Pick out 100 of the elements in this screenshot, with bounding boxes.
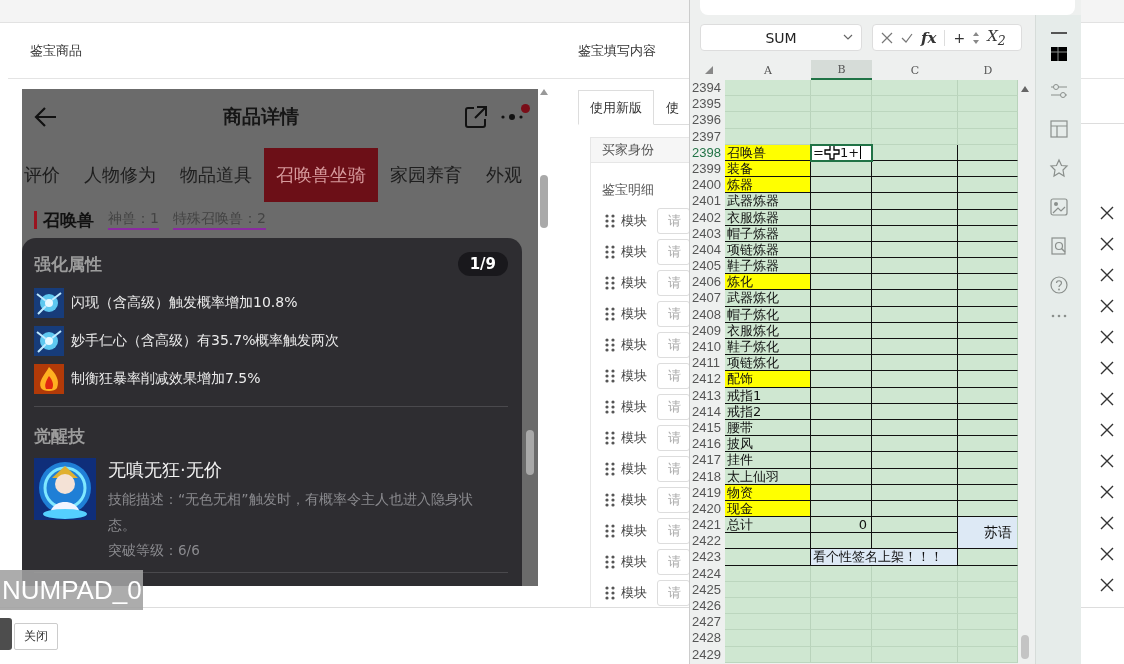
drag-handle-icon bbox=[605, 337, 615, 352]
version-tab[interactable]: 使 bbox=[654, 90, 690, 124]
table-cell: 挂件 bbox=[725, 452, 811, 469]
delete-icon bbox=[1100, 298, 1114, 313]
drag-handle-icon bbox=[605, 523, 615, 538]
panel-title: 鉴宝商品 bbox=[30, 41, 82, 60]
spinner-icon bbox=[973, 30, 980, 45]
module-label: 模块 bbox=[621, 459, 647, 478]
text-input[interactable]: 请 bbox=[657, 362, 690, 389]
category-tab[interactable]: 召唤兽坐骑 bbox=[264, 148, 378, 202]
text-input[interactable]: 请 bbox=[657, 331, 690, 358]
drag-handle-icon bbox=[605, 554, 615, 569]
move-cursor-icon bbox=[823, 144, 840, 160]
drag-handle-icon bbox=[605, 275, 615, 290]
delete-icon bbox=[1100, 422, 1114, 437]
skill-description: 技能描述：“无色无相”触发时，有概率令主人也进入隐身状态。 bbox=[108, 490, 474, 535]
text-input[interactable]: 请 bbox=[657, 269, 690, 296]
module-label: 模块 bbox=[621, 366, 647, 385]
drag-handle-icon bbox=[605, 585, 615, 600]
insert-function-button[interactable]: fx bbox=[921, 28, 937, 47]
popup-heading: 觉醒技 bbox=[34, 425, 86, 448]
table-cell: 炼器 bbox=[725, 177, 811, 194]
breakthrough-level: 突破等级：6/6 bbox=[108, 542, 201, 560]
text-input[interactable]: 请 bbox=[657, 579, 690, 606]
scrollbar[interactable] bbox=[1021, 634, 1029, 659]
section-title: 召唤兽 bbox=[34, 211, 94, 229]
text-input[interactable]: 请 bbox=[657, 486, 690, 513]
image-icon bbox=[1048, 197, 1069, 217]
attribute-text: 闪现（含高级）触发概率增加10.8% bbox=[71, 294, 298, 312]
scroll-up-icon bbox=[540, 89, 548, 95]
delete-icon bbox=[1100, 453, 1114, 468]
cell-editor[interactable]: = 1+ bbox=[811, 144, 872, 161]
key-overlay: NUMPAD_0 bbox=[0, 570, 143, 610]
text-input[interactable]: 请 bbox=[657, 393, 690, 420]
chevron-icon bbox=[843, 34, 853, 40]
module-label: 模块 bbox=[621, 490, 647, 509]
close-button[interactable]: 关闭 bbox=[14, 622, 58, 650]
share-icon bbox=[464, 104, 488, 129]
table-cell: 项链炼化 bbox=[725, 355, 811, 372]
table-cell: 鞋子炼器 bbox=[725, 258, 811, 275]
flame-icon bbox=[34, 364, 64, 394]
star-icon bbox=[1048, 158, 1069, 178]
popup-heading: 强化属性 bbox=[34, 252, 102, 276]
table-cell: 武器炼器 bbox=[725, 193, 811, 210]
module-label: 模块 bbox=[621, 211, 647, 230]
attribute-text: 制衡狂暴率削减效果增加7.5% bbox=[71, 370, 261, 388]
delete-icon bbox=[1100, 236, 1114, 251]
delete-icon bbox=[1100, 546, 1114, 561]
version-tab[interactable]: 使用新版 bbox=[578, 90, 654, 125]
help-icon bbox=[1048, 275, 1069, 295]
equation-button[interactable]: X$_{2}$ bbox=[987, 27, 1006, 48]
name-box[interactable]: SUM bbox=[700, 24, 862, 51]
module-label: 模块 bbox=[621, 552, 647, 571]
side-handle[interactable] bbox=[0, 618, 12, 650]
module-label: 模块 bbox=[621, 583, 647, 602]
table-cell: 看个性签名上架！！！ bbox=[811, 549, 958, 566]
text-input[interactable]: 请 bbox=[657, 548, 690, 575]
sliders-icon bbox=[1048, 82, 1069, 100]
drag-handle-icon bbox=[605, 306, 615, 321]
module-label: 模块 bbox=[621, 521, 647, 540]
more-icon bbox=[1049, 314, 1068, 318]
cancel-icon bbox=[881, 31, 893, 44]
page-counter: 1/9 bbox=[457, 252, 508, 276]
drag-handle-icon bbox=[605, 492, 615, 507]
select-all-icon bbox=[704, 66, 713, 74]
text-input[interactable]: 请 bbox=[657, 238, 690, 265]
module-label: 模块 bbox=[621, 242, 647, 261]
text-input[interactable]: 请 bbox=[657, 207, 690, 234]
module-label: 模块 bbox=[621, 273, 647, 292]
skill-name: 无嗔无狂·无价 bbox=[108, 458, 223, 482]
page-title: 商品详情 bbox=[222, 103, 300, 129]
drag-handle-icon bbox=[605, 430, 615, 445]
delete-icon bbox=[1100, 577, 1114, 592]
layout-icon bbox=[1048, 119, 1069, 139]
delete-icon bbox=[1100, 329, 1114, 344]
table-cell: 总计 bbox=[725, 517, 811, 534]
scroll-up-icon bbox=[1021, 86, 1029, 92]
scrollbar[interactable] bbox=[526, 430, 534, 475]
delete-icon bbox=[1100, 515, 1114, 530]
text-input[interactable]: 请 bbox=[657, 300, 690, 327]
table-icon bbox=[1048, 45, 1069, 63]
table-cell: 配饰 bbox=[725, 371, 811, 388]
scrollbar[interactable] bbox=[540, 175, 548, 228]
table-cell: 鞋子炼化 bbox=[725, 339, 811, 356]
orb-icon bbox=[34, 288, 64, 318]
delete-icon bbox=[1100, 205, 1114, 220]
text-input[interactable]: 请 bbox=[657, 424, 690, 451]
panel-title: 鉴宝填写内容 bbox=[578, 41, 656, 60]
module-label: 模块 bbox=[621, 304, 647, 323]
expand-button[interactable]: + bbox=[944, 29, 966, 46]
delete-icon bbox=[1100, 360, 1114, 375]
text-input[interactable]: 请 bbox=[657, 517, 690, 544]
table-cell: 0 bbox=[811, 517, 872, 534]
text-input[interactable]: 请 bbox=[657, 455, 690, 482]
orb-icon bbox=[34, 326, 64, 356]
column-header[interactable]: B bbox=[811, 60, 872, 80]
module-label: 模块 bbox=[621, 335, 647, 354]
check-icon bbox=[901, 31, 913, 44]
table-cell: 炼化 bbox=[725, 274, 811, 291]
table-cell: 披风 bbox=[725, 436, 811, 453]
